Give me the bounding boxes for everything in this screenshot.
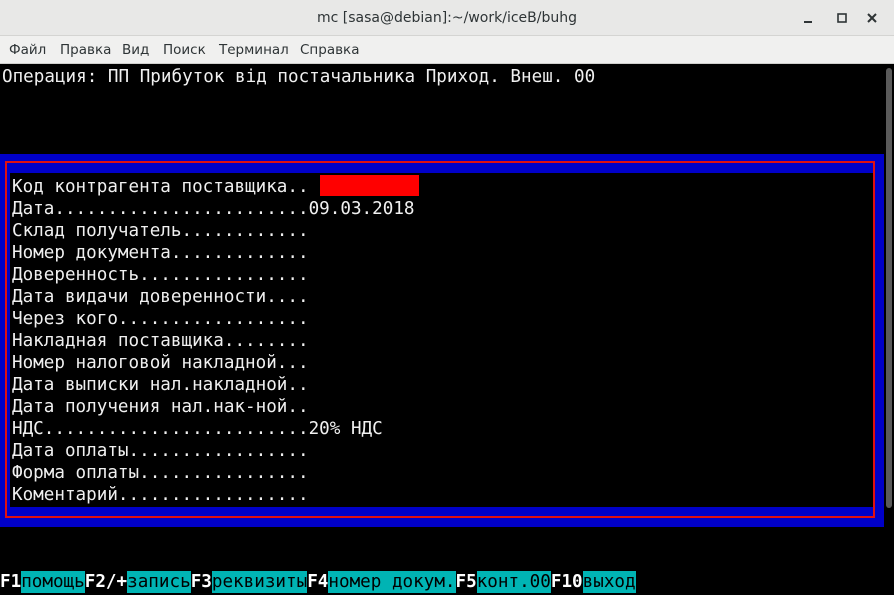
field-tax-invoice-issue-date[interactable]: Дата выписки нал.накладной.. [12, 374, 309, 396]
terminal-area[interactable]: Операция: ПП Прибуток від постачальника … [0, 64, 894, 595]
field-supplier-invoice[interactable]: Накладная поставщика........ [12, 330, 309, 352]
menu-help[interactable]: Справка [300, 36, 359, 64]
field-comment[interactable]: Коментарий.................. [12, 484, 309, 506]
fkey-f2[interactable]: F2/+ [85, 571, 127, 593]
field-payment-date[interactable]: Дата оплаты................. [12, 440, 309, 462]
field-proxy[interactable]: Доверенность................ [12, 264, 309, 286]
scrollbar[interactable] [884, 64, 894, 595]
menu-terminal[interactable]: Терминал [219, 36, 289, 64]
title-bar: mc [sasa@debian]:~/work/iceB/buhg [0, 0, 894, 36]
menu-edit[interactable]: Правка [60, 36, 111, 64]
field-tax-invoice-receive-date[interactable]: Дата получения нал.нак-ной.. [12, 396, 309, 418]
fkey-f5-label[interactable]: конт.00 [476, 571, 551, 593]
operation-line: Операция: ПП Прибуток від постачальника … [2, 67, 596, 87]
field-via-whom[interactable]: Через кого.................. [12, 308, 309, 330]
field-proxy-date[interactable]: Дата видачи доверенности.... [12, 286, 309, 308]
menu-search[interactable]: Поиск [163, 36, 206, 64]
fkey-f4[interactable]: F4 [307, 571, 328, 593]
field-payment-form[interactable]: Форма оплаты................ [12, 462, 309, 484]
menu-bar: Файл Правка Вид Поиск Терминал Справка [0, 36, 894, 64]
field-date[interactable]: Дата........................09.03.2018 [12, 198, 415, 220]
field-tax-invoice-number[interactable]: Номер налоговой накладной... [12, 352, 309, 374]
minimize-icon[interactable] [798, 8, 818, 28]
fkey-f10-label[interactable]: выход [582, 571, 636, 593]
fkey-f3[interactable]: F3 [191, 571, 212, 593]
field-warehouse[interactable]: Склад получатель............ [12, 220, 309, 242]
fkey-f5[interactable]: F5 [456, 571, 477, 593]
menu-view[interactable]: Вид [122, 36, 149, 64]
maximize-icon[interactable] [832, 8, 852, 28]
function-key-bar: F1помощьF2/+записьF3реквизитыF4номер док… [0, 571, 636, 593]
fkey-f4-label[interactable]: номер докум. [328, 571, 456, 593]
window-title: mc [sasa@debian]:~/work/iceB/buhg [317, 10, 577, 26]
scrollbar-thumb[interactable] [886, 68, 892, 508]
fkey-f10[interactable]: F10 [551, 571, 583, 593]
fkey-f3-label[interactable]: реквизиты [211, 571, 308, 593]
supplier-code-input[interactable] [320, 175, 419, 196]
fkey-f1[interactable]: F1 [0, 571, 21, 593]
close-icon[interactable] [862, 8, 882, 28]
fkey-f1-label[interactable]: помощь [21, 571, 85, 593]
menu-file[interactable]: Файл [9, 36, 46, 64]
field-vat[interactable]: НДС.........................20% НДС [12, 418, 383, 440]
field-doc-number[interactable]: Номер документа............. [12, 242, 309, 264]
fkey-f2-label[interactable]: запись [127, 571, 191, 593]
field-supplier-code[interactable]: Код контрагента поставщика.. [12, 176, 309, 198]
